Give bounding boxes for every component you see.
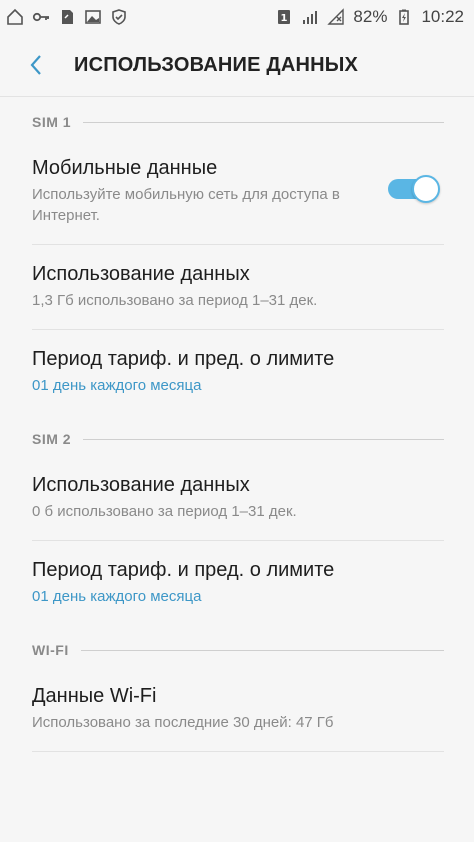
row-divider [32,751,444,752]
sim2-usage-title: Использование данных [32,474,250,496]
sim2-usage-subtitle: 0 б использовано за период 1–31 дек. [32,503,297,520]
sim2-billing-cycle[interactable]: Период тариф. и пред. о лимите 01 день к… [0,541,474,625]
wifi-data-title: Данные Wi-Fi [32,685,157,707]
mobile-data-subtitle: Используйте мобильную сеть для доступа в… [32,186,340,224]
no-signal-icon [327,8,345,26]
sim1-usage-title: Использование данных [32,263,250,285]
status-bar-left [6,8,128,26]
page-title: ИСПОЛЬЗОВАНИЕ ДАННЫХ [74,53,359,76]
section-header-sim2: SIM 2 [0,422,474,456]
section-label: WI-FI [32,642,69,658]
header-divider [0,96,474,97]
mobile-data-toggle[interactable] [388,175,440,203]
toggle-thumb [412,175,440,203]
sim2-billing-title: Период тариф. и пред. о лимите [32,559,335,581]
wifi-data-subtitle: Использовано за последние 30 дней: 47 Гб [32,714,334,731]
sim1-usage-subtitle: 1,3 Гб использовано за период 1–31 дек. [32,292,318,309]
app-header: ИСПОЛЬЗОВАНИЕ ДАННЫХ [0,34,474,96]
section-line [80,649,444,651]
status-bar-right: 1 82% 10:22 [275,7,464,27]
signal-icon [301,8,319,26]
section-header-wifi: WI-FI [0,633,474,667]
battery-icon [395,8,413,26]
sim1-indicator-icon: 1 [275,8,293,26]
sim1-billing-cycle[interactable]: Период тариф. и пред. о лимите 01 день к… [0,330,474,414]
home-icon [6,8,24,26]
sim1-data-usage[interactable]: Использование данных 1,3 Гб использовано… [0,245,474,329]
section-line [83,438,444,440]
section-line [83,121,444,123]
section-label: SIM 1 [32,114,72,130]
image-icon [84,8,102,26]
chevron-left-icon [30,55,41,75]
sim-badge-number: 1 [281,13,288,24]
clock: 10:22 [421,7,464,26]
section-label: SIM 2 [32,431,72,447]
sim-card-icon [58,8,76,26]
wifi-data-usage[interactable]: Данные Wi-Fi Использовано за последние 3… [0,667,474,751]
back-button[interactable] [24,50,48,80]
key-icon [32,8,50,26]
mobile-data-title: Мобильные данные [32,157,218,179]
mobile-data-setting[interactable]: Мобильные данные Используйте мобильную с… [0,139,474,244]
sim2-billing-subtitle: 01 день каждого месяца [32,588,202,605]
battery-percent: 82% [353,7,388,26]
status-bar: 1 82% 10:22 [0,0,474,34]
section-header-sim1: SIM 1 [0,105,474,139]
sim2-data-usage[interactable]: Использование данных 0 б использовано за… [0,456,474,540]
shield-icon [110,8,128,26]
sim1-billing-title: Период тариф. и пред. о лимите [32,348,335,370]
sim1-billing-subtitle: 01 день каждого месяца [32,377,202,394]
